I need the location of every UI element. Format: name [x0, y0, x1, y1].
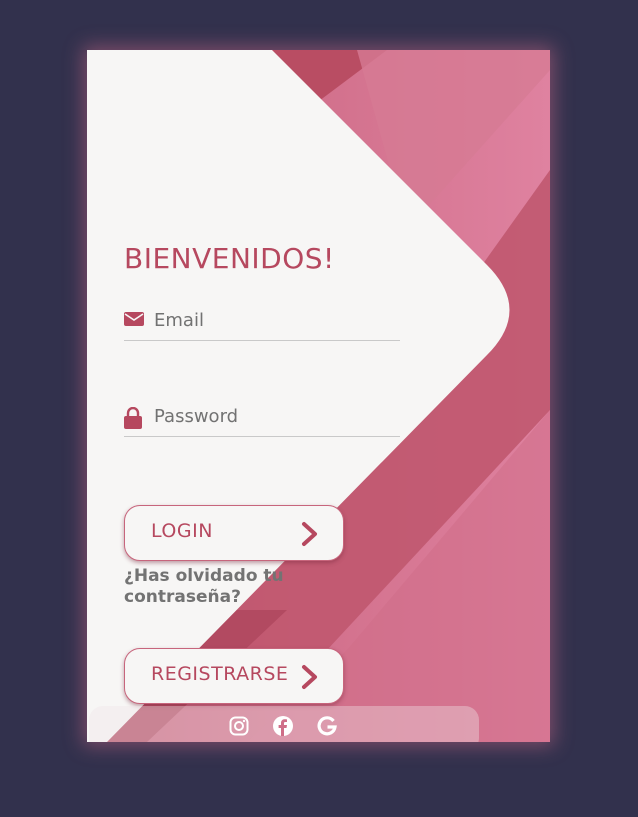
welcome-title: BIENVENIDOS!	[124, 242, 335, 275]
login-button-label: LOGIN	[151, 520, 213, 542]
login-card: BIENVENIDOS! LOGIN ¿Has olvidado tu cont…	[87, 50, 550, 742]
forgot-password-link[interactable]: ¿Has olvidado tu contraseña?	[124, 566, 304, 608]
instagram-icon[interactable]	[229, 716, 249, 740]
email-field	[124, 304, 400, 341]
login-button[interactable]: LOGIN	[124, 505, 344, 561]
google-icon[interactable]	[317, 716, 337, 740]
password-input[interactable]	[154, 402, 394, 430]
facebook-icon[interactable]	[273, 716, 293, 740]
email-input[interactable]	[154, 306, 394, 334]
envelope-icon	[124, 311, 144, 331]
card-background	[87, 50, 550, 742]
chevron-right-icon	[301, 664, 319, 694]
chevron-right-icon	[301, 521, 319, 551]
lock-icon	[124, 406, 142, 433]
register-button[interactable]: REGISTRARSE	[124, 648, 344, 704]
password-field	[124, 400, 400, 437]
register-button-label: REGISTRARSE	[151, 663, 289, 685]
